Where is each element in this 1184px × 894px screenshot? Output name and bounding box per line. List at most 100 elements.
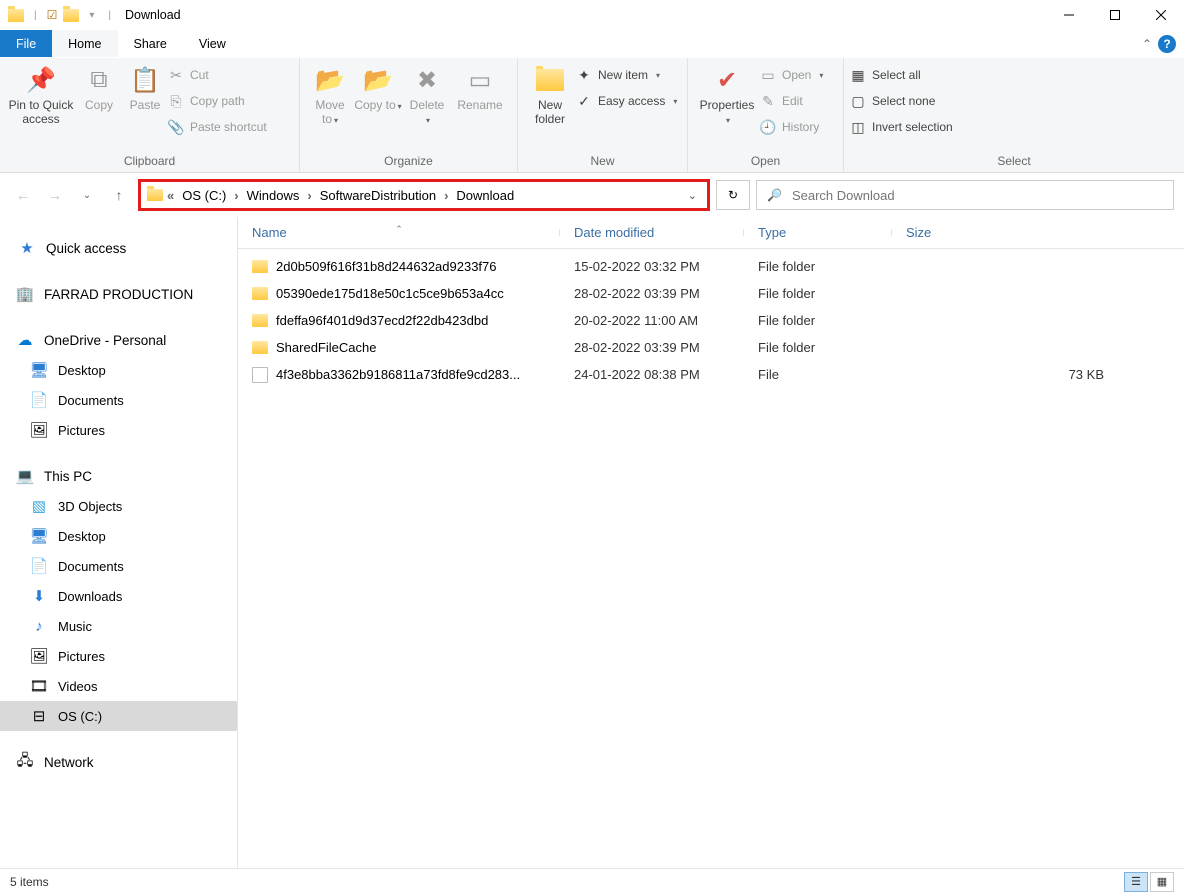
sidebar-od-documents[interactable]: 📄Documents <box>0 385 237 415</box>
tab-file[interactable]: File <box>0 30 52 57</box>
tab-share[interactable]: Share <box>118 30 183 57</box>
tab-home[interactable]: Home <box>52 30 117 57</box>
column-type[interactable]: Type <box>744 225 892 240</box>
title-bar: | ☑ ▾ | Download <box>0 0 1184 30</box>
address-bar[interactable]: « OS (C:) › Windows › SoftwareDistributi… <box>138 179 710 211</box>
status-bar: 5 items ☰ ▦ <box>0 868 1184 894</box>
sidebar-farrad[interactable]: 🏢FARRAD PRODUCTION <box>0 279 237 309</box>
easy-access-button[interactable]: ✓Easy access▾ <box>576 90 677 112</box>
minimize-button[interactable] <box>1046 0 1092 30</box>
desktop-icon: 🖥 <box>30 527 48 545</box>
column-size[interactable]: Size <box>892 225 1184 240</box>
qat-separator: | <box>30 10 41 21</box>
pictures-icon: 🖼 <box>30 421 48 439</box>
forward-button[interactable]: → <box>42 182 68 208</box>
refresh-button[interactable]: ↻ <box>716 180 750 210</box>
recent-locations-button[interactable]: ⌄ <box>74 182 100 208</box>
sidebar-quick-access[interactable]: ★Quick access <box>0 233 237 263</box>
sidebar-onedrive[interactable]: ☁OneDrive - Personal <box>0 325 237 355</box>
paste-shortcut-button[interactable]: 📎Paste shortcut <box>168 116 267 138</box>
close-button[interactable] <box>1138 0 1184 30</box>
move-to-button[interactable]: 📂 Move to▾ <box>306 62 354 126</box>
copy-to-button[interactable]: 📂 Copy to▾ <box>354 62 402 112</box>
breadcrumb-segment[interactable]: Download <box>452 188 518 203</box>
paste-button[interactable]: 📋 Paste <box>122 62 168 112</box>
column-name[interactable]: ⌃Name <box>238 225 560 240</box>
file-name: SharedFileCache <box>276 340 376 355</box>
invert-selection-button[interactable]: ◫Invert selection <box>850 116 953 138</box>
delete-icon: ✖ <box>411 64 443 96</box>
chevron-right-icon[interactable]: › <box>234 188 238 203</box>
file-name: 2d0b509f616f31b8d244632ad9233f76 <box>276 259 497 274</box>
search-icon: 🔍 <box>767 188 782 202</box>
select-all-button[interactable]: ▦Select all <box>850 64 953 86</box>
edit-button[interactable]: ✎Edit <box>760 90 823 112</box>
delete-button[interactable]: ✖ Delete▾ <box>402 62 452 126</box>
navigation-pane[interactable]: ★Quick access 🏢FARRAD PRODUCTION ☁OneDri… <box>0 217 238 868</box>
cut-icon: ✂ <box>168 67 184 83</box>
address-dropdown-icon[interactable]: ⌄ <box>688 189 701 202</box>
back-button[interactable]: ← <box>10 182 36 208</box>
new-item-button[interactable]: ✦New item▾ <box>576 64 677 86</box>
sidebar-documents[interactable]: 📄Documents <box>0 551 237 581</box>
help-icon[interactable]: ? <box>1158 35 1176 53</box>
sidebar-od-pictures[interactable]: 🖼Pictures <box>0 415 237 445</box>
rename-icon: ▭ <box>464 64 496 96</box>
chevron-right-icon[interactable]: › <box>307 188 311 203</box>
sidebar-videos[interactable]: 🎞Videos <box>0 671 237 701</box>
search-input[interactable] <box>792 188 1163 203</box>
cut-button[interactable]: ✂Cut <box>168 64 267 86</box>
select-all-icon: ▦ <box>850 67 866 83</box>
sidebar-os-c[interactable]: ⊟OS (C:) <box>0 701 237 731</box>
breadcrumb-segment[interactable]: Windows <box>243 188 304 203</box>
rename-button[interactable]: ▭ Rename <box>452 62 508 112</box>
copy-path-icon: ⎘ <box>168 93 184 109</box>
sidebar-3d-objects[interactable]: ▧3D Objects <box>0 491 237 521</box>
file-name-cell: fdeffa96f401d9d37ecd2f22db423dbd <box>238 313 560 328</box>
navigation-row: ← → ⌄ ↑ « OS (C:) › Windows › SoftwareDi… <box>0 173 1184 217</box>
sidebar-od-desktop[interactable]: 🖥Desktop <box>0 355 237 385</box>
search-box[interactable]: 🔍 <box>756 180 1174 210</box>
tab-view[interactable]: View <box>183 30 242 57</box>
sidebar-downloads[interactable]: ⬇Downloads <box>0 581 237 611</box>
file-row[interactable]: fdeffa96f401d9d37ecd2f22db423dbd20-02-20… <box>238 307 1184 334</box>
sidebar-music[interactable]: ♪Music <box>0 611 237 641</box>
up-button[interactable]: ↑ <box>106 182 132 208</box>
file-row[interactable]: SharedFileCache28-02-2022 03:39 PMFile f… <box>238 334 1184 361</box>
new-folder-label: New folder <box>524 98 576 127</box>
sidebar-pictures[interactable]: 🖼Pictures <box>0 641 237 671</box>
open-button[interactable]: ▭Open▾ <box>760 64 823 86</box>
chevron-right-icon[interactable]: › <box>444 188 448 203</box>
checkmark-icon[interactable]: ☑ <box>47 8 58 22</box>
qat-dropdown-icon[interactable]: ▾ <box>85 10 98 21</box>
file-row[interactable]: 2d0b509f616f31b8d244632ad9233f7615-02-20… <box>238 253 1184 280</box>
sidebar-this-pc[interactable]: 💻This PC <box>0 461 237 491</box>
breadcrumb-segment[interactable]: SoftwareDistribution <box>316 188 440 203</box>
file-row[interactable]: 4f3e8bba3362b9186811a73fd8fe9cd283...24-… <box>238 361 1184 388</box>
file-row[interactable]: 05390ede175d18e50c1c5ce9b653a4cc28-02-20… <box>238 280 1184 307</box>
collapse-ribbon-icon[interactable]: ⌃ <box>1142 37 1152 51</box>
folder-icon[interactable] <box>63 9 79 22</box>
select-none-button[interactable]: ▢Select none <box>850 90 953 112</box>
pin-to-quick-access-button[interactable]: 📌 Pin to Quick access <box>6 62 76 127</box>
column-headers: ⌃Name Date modified Type Size <box>238 217 1184 249</box>
sidebar-network[interactable]: 🖧Network <box>0 747 237 777</box>
breadcrumb-segment[interactable]: OS (C:) <box>178 188 230 203</box>
details-view-button[interactable]: ☰ <box>1124 872 1148 892</box>
history-button[interactable]: 🕘History <box>760 116 823 138</box>
copy-button[interactable]: ⧉ Copy <box>76 62 122 112</box>
copy-to-label: Copy to▾ <box>354 98 401 112</box>
new-folder-button[interactable]: New folder <box>524 62 576 127</box>
documents-icon: 📄 <box>30 557 48 575</box>
quick-access-toolbar: | ☑ ▾ | <box>0 8 115 22</box>
icons-view-button[interactable]: ▦ <box>1150 872 1174 892</box>
sidebar-desktop[interactable]: 🖥Desktop <box>0 521 237 551</box>
new-group-label: New <box>524 152 681 172</box>
properties-button[interactable]: ✔ Properties▾ <box>694 62 760 126</box>
maximize-button[interactable] <box>1092 0 1138 30</box>
copy-path-button[interactable]: ⎘Copy path <box>168 90 267 112</box>
column-date[interactable]: Date modified <box>560 225 744 240</box>
paste-shortcut-icon: 📎 <box>168 119 184 135</box>
chevron-icon[interactable]: « <box>167 188 174 203</box>
copy-to-icon: 📂 <box>362 64 394 96</box>
